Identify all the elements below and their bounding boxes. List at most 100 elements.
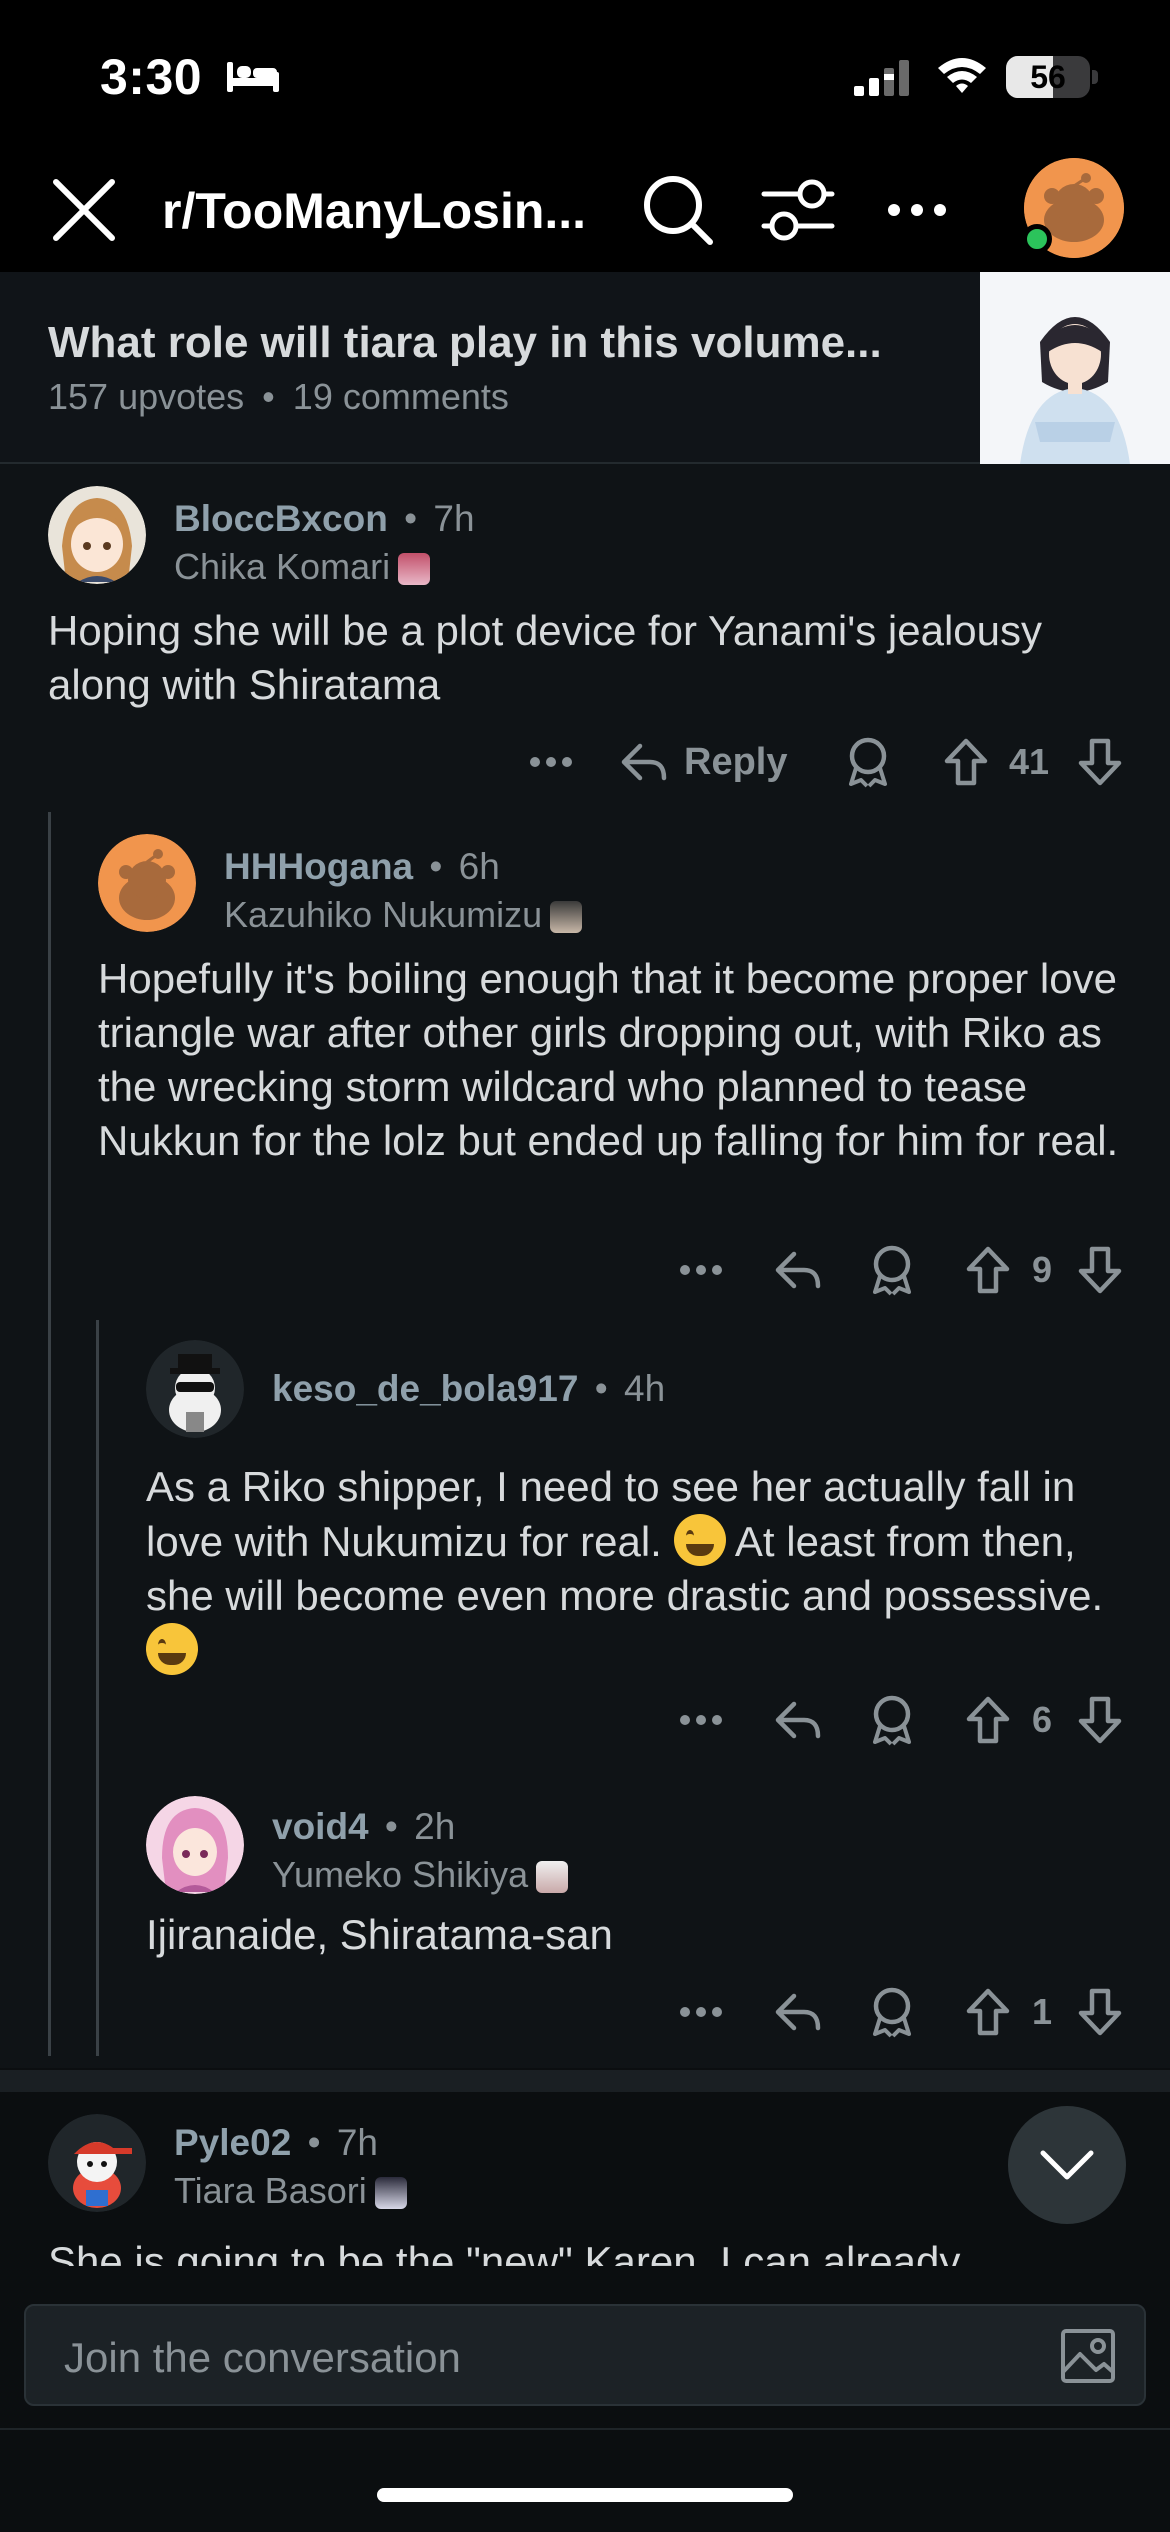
downvote-button[interactable] bbox=[1072, 1690, 1128, 1750]
comment-body: As a Riko shipper, I need to see her act… bbox=[146, 1460, 1136, 1678]
image-icon[interactable] bbox=[1060, 2328, 1116, 2384]
avatar[interactable] bbox=[48, 486, 146, 584]
search-icon[interactable] bbox=[640, 172, 716, 248]
battery-tip bbox=[1092, 70, 1098, 84]
comment-thread-divider bbox=[0, 2070, 1170, 2092]
reply-button[interactable] bbox=[770, 1690, 826, 1750]
sweat-smile-emoji-icon bbox=[146, 1623, 198, 1675]
reply-button[interactable] bbox=[770, 1982, 826, 2042]
filter-icon[interactable] bbox=[760, 174, 836, 246]
upvote-button[interactable] bbox=[960, 1240, 1016, 1300]
comment-input-placeholder: Join the conversation bbox=[64, 2334, 461, 2381]
post-meta: 157 upvotes • 19 comments bbox=[48, 376, 509, 418]
comment-username[interactable]: BloccBxcon • 7h bbox=[174, 498, 475, 540]
close-icon[interactable] bbox=[48, 174, 120, 246]
username-text[interactable]: void4 bbox=[272, 1806, 369, 1847]
flair-image-icon bbox=[398, 553, 431, 586]
vote-count-text: 6 bbox=[1031, 1699, 1053, 1740]
more-options-button[interactable] bbox=[668, 1982, 734, 2042]
downvote-button[interactable] bbox=[1072, 732, 1128, 792]
status-time: 3:30 bbox=[100, 49, 203, 105]
vote-count: 6 bbox=[1016, 1690, 1068, 1750]
cellular-signal-icon bbox=[854, 60, 909, 96]
comment-actions: 1 bbox=[0, 1982, 1170, 2042]
comment-actions: 6 bbox=[0, 1690, 1170, 1750]
post-comment-count: 19 comments bbox=[292, 376, 509, 417]
reply-button[interactable]: Reply bbox=[620, 732, 800, 792]
reply-button[interactable] bbox=[770, 1240, 826, 1300]
comment-age: 6h bbox=[458, 846, 500, 887]
post-title[interactable]: What role will tiara play in this volume… bbox=[48, 318, 948, 368]
vote-count-text: 9 bbox=[1031, 1249, 1053, 1290]
comment-actions: 9 bbox=[0, 1240, 1170, 1300]
award-button[interactable] bbox=[864, 1690, 920, 1750]
downvote-icon bbox=[1078, 1696, 1122, 1744]
upvote-button[interactable] bbox=[938, 732, 994, 792]
more-options-icon bbox=[680, 1265, 722, 1275]
comment-input[interactable]: Join the conversation bbox=[24, 2304, 1146, 2406]
home-indicator[interactable] bbox=[377, 2488, 793, 2502]
bottom-safe-area bbox=[0, 2428, 1170, 2532]
more-options-icon bbox=[680, 2007, 722, 2017]
vote-count-text: 1 bbox=[1031, 1991, 1053, 2032]
battery-text: 56 bbox=[1030, 59, 1066, 95]
comment-username[interactable]: Pyle02 • 7h bbox=[174, 2122, 378, 2164]
flair-text: Tiara Basori bbox=[174, 2170, 367, 2211]
comment-body: Hopefully it's boiling enough that it be… bbox=[98, 955, 1119, 1164]
reply-icon bbox=[775, 1701, 821, 1739]
more-options-button[interactable] bbox=[518, 732, 584, 792]
user-flair: Yumeko Shikiya bbox=[272, 1854, 569, 1896]
meta-separator: • bbox=[262, 376, 275, 417]
award-button[interactable] bbox=[864, 1240, 920, 1300]
comment-username[interactable]: void4 • 2h bbox=[272, 1806, 455, 1848]
next-comment-button[interactable] bbox=[1008, 2106, 1126, 2224]
more-options-button[interactable] bbox=[668, 1240, 734, 1300]
anime-avatar-icon bbox=[48, 486, 146, 584]
subreddit-title[interactable]: r/TooManyLosin... bbox=[162, 182, 602, 240]
downvote-icon bbox=[1078, 738, 1122, 786]
username-text[interactable]: keso_de_bola917 bbox=[272, 1368, 578, 1409]
comment-age: 2h bbox=[414, 1806, 456, 1847]
username-text[interactable]: BloccBxcon bbox=[174, 498, 388, 539]
award-button[interactable] bbox=[864, 1982, 920, 2042]
thread-line[interactable] bbox=[48, 812, 51, 2056]
reply-icon bbox=[621, 743, 667, 781]
more-options-button[interactable] bbox=[668, 1690, 734, 1750]
comment: Pyle02 • 7h Tiara Basori bbox=[0, 2114, 1170, 2226]
top-nav-bar: r/TooManyLosin... bbox=[0, 150, 1170, 272]
more-options-icon[interactable] bbox=[886, 190, 948, 230]
upvote-icon bbox=[966, 1988, 1010, 2036]
avatar[interactable] bbox=[48, 2114, 146, 2212]
comment-body: She is going to be the "new" Karen. I ca… bbox=[48, 2238, 961, 2266]
comment-username[interactable]: HHHogana • 6h bbox=[224, 846, 500, 888]
meta-separator: • bbox=[307, 2122, 321, 2163]
post-upvotes: 157 upvotes bbox=[48, 376, 245, 417]
downvote-button[interactable] bbox=[1072, 1240, 1128, 1300]
chevron-down-icon bbox=[1040, 2150, 1094, 2180]
downvote-button[interactable] bbox=[1072, 1982, 1128, 2042]
post-thumbnail[interactable] bbox=[980, 272, 1170, 464]
avatar[interactable] bbox=[146, 1340, 244, 1438]
flair-text: Yumeko Shikiya bbox=[272, 1854, 529, 1895]
flair-image-icon bbox=[536, 1861, 569, 1894]
upvote-button[interactable] bbox=[960, 1690, 1016, 1750]
user-flair: Kazuhiko Nukumizu bbox=[224, 894, 583, 936]
flair-image-icon bbox=[550, 901, 583, 934]
flair-text: Kazuhiko Nukumizu bbox=[224, 894, 543, 935]
avatar[interactable] bbox=[146, 1796, 244, 1894]
meta-separator: • bbox=[404, 498, 418, 539]
reply-icon bbox=[775, 1993, 821, 2031]
comments-list[interactable]: BloccBxcon • 7h Chika Komari Hoping she … bbox=[0, 464, 1170, 2266]
comment-username[interactable]: keso_de_bola917 • 4h bbox=[272, 1368, 665, 1410]
thread-line[interactable] bbox=[96, 1320, 99, 2056]
upvote-icon bbox=[966, 1246, 1010, 1294]
avatar[interactable] bbox=[98, 834, 196, 932]
sweat-smile-emoji-icon bbox=[673, 1514, 726, 1566]
meta-separator: • bbox=[384, 1806, 398, 1847]
status-bar: 3:30 56 bbox=[0, 0, 1170, 150]
username-text[interactable]: Pyle02 bbox=[174, 2122, 291, 2163]
username-text[interactable]: HHHogana bbox=[224, 846, 413, 887]
upvote-button[interactable] bbox=[960, 1982, 1016, 2042]
post-summary-bar[interactable]: What role will tiara play in this volume… bbox=[0, 272, 1170, 464]
award-button[interactable] bbox=[840, 732, 896, 792]
